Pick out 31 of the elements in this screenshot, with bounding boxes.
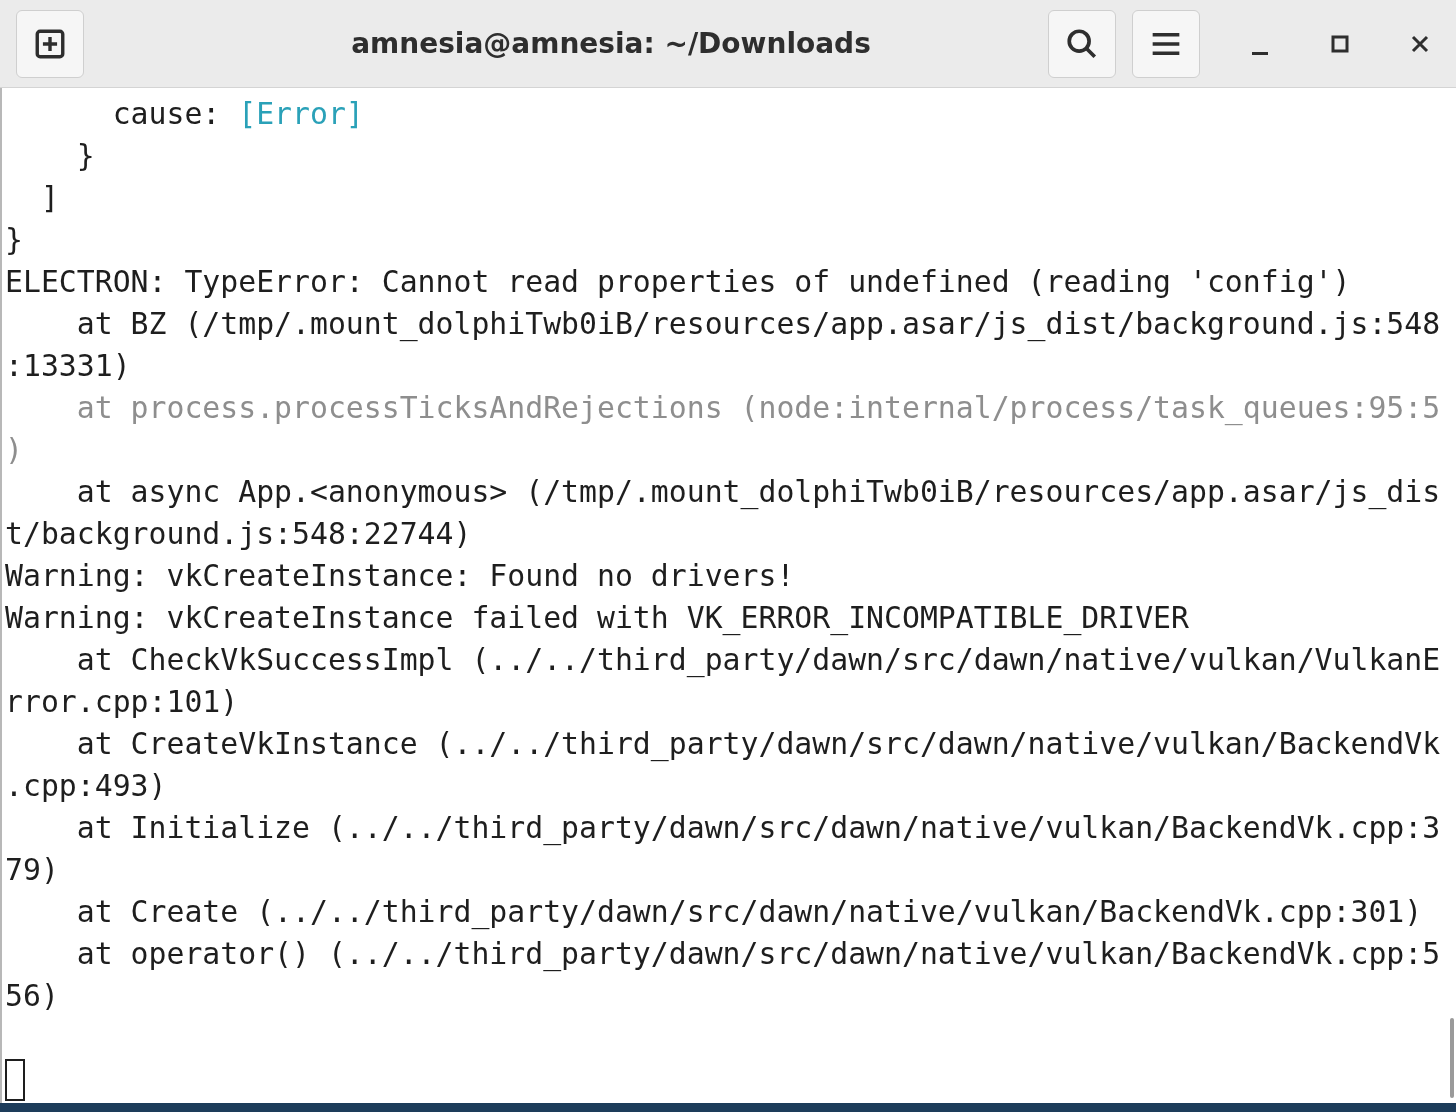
terminal-text: at Create (../../third_party/dawn/src/dawn/native/vulkan/BackendVk.cpp:301) xyxy=(75,894,1423,929)
search-button[interactable] xyxy=(1048,9,1116,78)
search-icon xyxy=(1065,26,1099,61)
new-tab-button[interactable] xyxy=(16,9,84,78)
terminal-text: :13331) xyxy=(5,348,131,383)
close-icon xyxy=(1411,34,1429,53)
window-title: amnesia@amnesia: ~/Downloads xyxy=(351,25,871,62)
minimize-icon xyxy=(1252,52,1268,55)
terminal-text: [Error] xyxy=(238,96,364,131)
terminal-text: Warning: vkCreateInstance failed with VK_ERROR_INCOMPATIBLE_DRIVER xyxy=(5,600,1189,635)
terminal-text: } xyxy=(75,138,95,173)
maximize-icon xyxy=(1331,34,1349,53)
terminal-text: ) xyxy=(5,432,23,467)
terminal-text: at operator() (../../third_party/dawn/src/dawn/native/vulkan/BackendVk.cpp:5 xyxy=(75,936,1441,971)
terminal-text: t/background.js:548:22744) xyxy=(5,516,472,551)
terminal-text: at CheckVkSuccessImpl (../../third_party/dawn/src/dawn/native/vulkan/VulkanE xyxy=(75,642,1441,677)
terminal-text: at Initialize (../../third_party/dawn/src/dawn/native/vulkan/BackendVk.cpp:3 xyxy=(75,810,1441,845)
terminal-text: } xyxy=(5,222,23,257)
terminal-text: ELECTRON: TypeError: Cannot read properties of undefined (reading 'config') xyxy=(5,264,1351,299)
terminal-text: .cpp:493) xyxy=(5,768,167,803)
terminal-text: at CreateVkInstance (../../third_party/dawn/src/dawn/native/vulkan/BackendVk xyxy=(75,726,1441,761)
terminal-text: 79) xyxy=(5,852,59,887)
terminal-text: at process.processTicksAndRejections (node:internal/process/task_queues:95:5 xyxy=(75,390,1441,425)
terminal-text: cause: xyxy=(111,96,222,131)
terminal-text: Warning: vkCreateInstance: Found no drivers! xyxy=(5,558,795,593)
terminal-text: rror.cpp:101) xyxy=(5,684,239,719)
menu-button[interactable] xyxy=(1132,9,1200,78)
terminal-text: at async App.<anonymous> (/tmp/.mount_dolphiTwb0iB/resources/app.asar/js_dis xyxy=(75,474,1441,509)
terminal-text: ] xyxy=(39,180,59,215)
terminal-text: at BZ (/tmp/.mount_dolphiTwb0iB/resources/app.asar/js_dist/background.js:548 xyxy=(75,306,1441,341)
terminal-text: 56) xyxy=(5,978,59,1013)
